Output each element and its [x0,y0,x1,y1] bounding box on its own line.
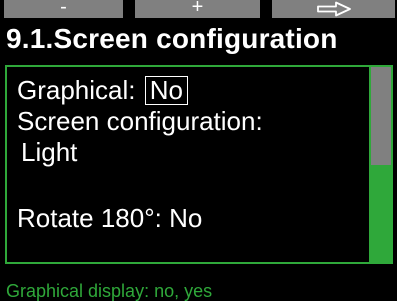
next-button[interactable] [272,0,395,18]
screen-configuration-value[interactable]: Light [21,137,77,167]
graphical-label: Graphical: [17,75,136,105]
screen-configuration-label: Screen configuration: [17,106,263,136]
graphical-value-field[interactable]: No [144,76,188,105]
scrollbar-thumb[interactable] [371,67,391,165]
decrease-button[interactable]: - [4,0,123,18]
increase-label: + [191,0,204,18]
graphical-setting-row[interactable]: Graphical: No [17,75,188,105]
scrollbar-track [371,165,391,264]
rotate-value: No [169,203,203,233]
softkey-bar: - + [0,0,397,20]
page-title: 9.1.Screen configuration [6,23,338,54]
rotate-setting-row[interactable]: Rotate 180°: No [17,203,202,233]
rotate-label: Rotate 180°: [17,203,162,233]
settings-panel: Graphical: No Screen configuration: Ligh… [5,65,393,264]
decrease-label: - [60,0,67,18]
increase-button[interactable]: + [135,0,260,18]
footer-hint: Graphical display: no, yes [6,281,213,301]
scrollbar[interactable] [369,67,391,264]
arrow-right-icon [317,1,351,17]
